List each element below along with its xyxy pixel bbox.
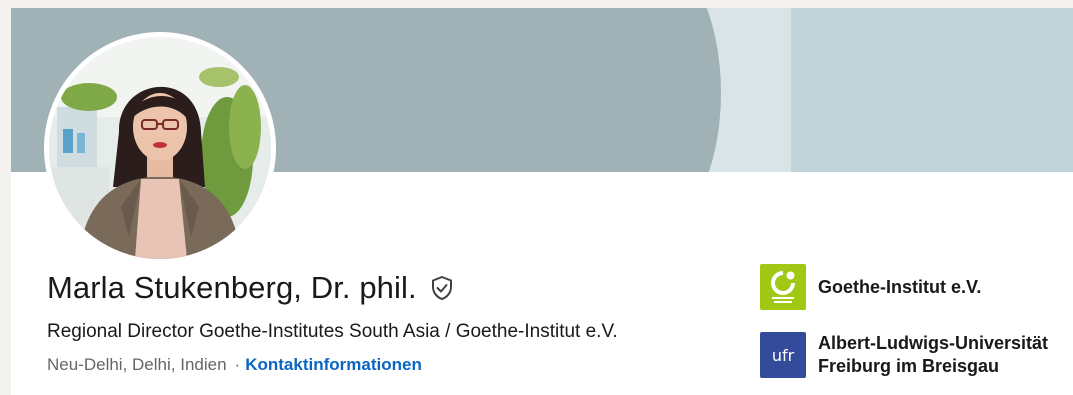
org-goethe-institut[interactable]: Goethe-Institut e.V. [760, 264, 981, 310]
profile-location: Neu-Delhi, Delhi, Indien [47, 355, 227, 374]
profile-photo [49, 37, 271, 259]
location-separator: · [234, 355, 241, 374]
profile-card: Marla Stukenberg, Dr. phil. Regional Dir… [11, 8, 1073, 395]
org-name-line1: Albert-Ludwigs-Universität [818, 333, 1049, 353]
goethe-logo-icon [760, 264, 806, 310]
avatar[interactable] [49, 37, 271, 259]
org-name-line2: Freiburg im Breisgau [818, 356, 1000, 376]
profile-headline: Regional Director Goethe-Institutes Sout… [47, 321, 618, 342]
org-albert-ludwigs-universitaet[interactable]: ufr Albert-Ludwigs-Universität Freiburg … [760, 332, 1048, 378]
org-name: Goethe-Institut e.V. [818, 276, 982, 297]
shield-check-icon[interactable] [429, 275, 455, 301]
location-row: Neu-Delhi, Delhi, Indien · Kontaktinformat… [47, 355, 422, 375]
ufr-logo-icon: ufr [760, 332, 806, 378]
avatar-frame[interactable] [44, 32, 276, 264]
banner-right-panel [791, 8, 1073, 172]
ufr-logo-text: ufr [771, 345, 795, 365]
org-name: Albert-Ludwigs-Universität Freiburg im B… [818, 332, 1048, 378]
contact-info-link[interactable]: Kontaktinformationen [245, 355, 422, 374]
banner-curve-shape [571, 8, 721, 172]
name-row: Marla Stukenberg, Dr. phil. [47, 270, 455, 306]
profile-name: Marla Stukenberg, Dr. phil. [47, 270, 417, 305]
